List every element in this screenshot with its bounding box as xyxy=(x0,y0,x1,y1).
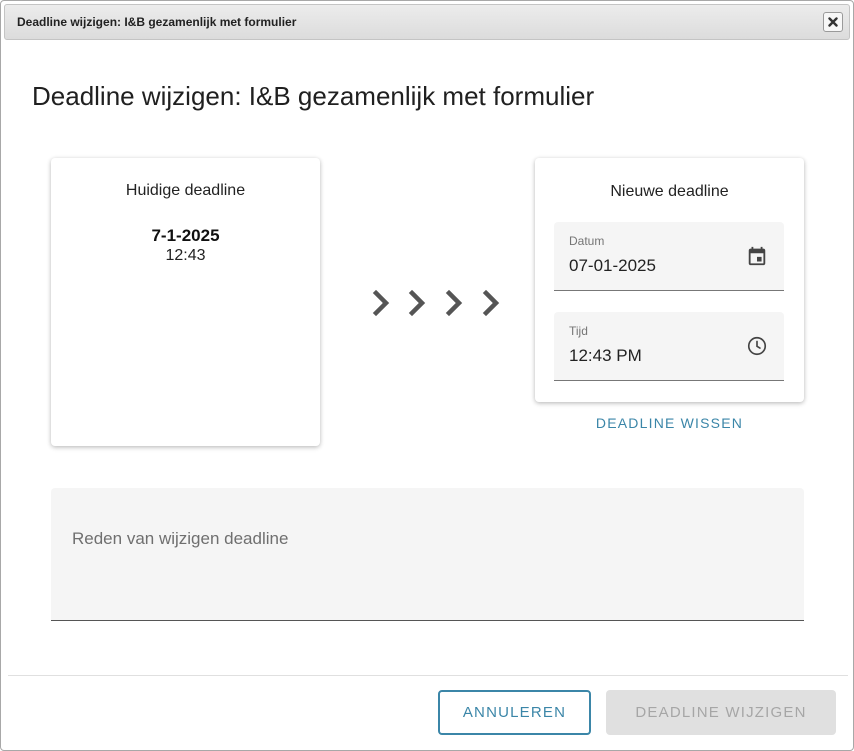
reason-placeholder: Reden van wijzigen deadline xyxy=(72,529,289,548)
new-deadline-card: Nieuwe deadline Datum 07-01-2025 Tijd 12… xyxy=(535,158,804,402)
current-deadline-title: Huidige deadline xyxy=(125,182,246,199)
cancel-button[interactable]: ANNULEREN xyxy=(438,690,591,735)
clear-deadline-button[interactable]: DEADLINE WISSEN xyxy=(535,415,804,431)
footer-divider xyxy=(8,675,848,676)
time-field-value[interactable]: 12:43 PM xyxy=(569,346,642,366)
page-title: Deadline wijzigen: I&B gezamenlijk met f… xyxy=(32,81,595,111)
calendar-icon[interactable] xyxy=(746,245,768,267)
close-button[interactable] xyxy=(823,12,843,32)
chevron-right-icon xyxy=(445,289,463,317)
change-deadline-button[interactable]: DEADLINE WIJZIGEN xyxy=(606,690,836,735)
time-field[interactable]: Tijd 12:43 PM xyxy=(554,312,784,381)
chevron-right-icon xyxy=(408,289,426,317)
dialog-window-title: Deadline wijzigen: I&B gezamenlijk met f… xyxy=(17,15,297,29)
chevron-right-icon xyxy=(372,289,390,317)
deadline-dialog: Deadline wijzigen: I&B gezamenlijk met f… xyxy=(0,0,854,751)
date-field-label: Datum xyxy=(569,234,605,248)
clock-icon[interactable] xyxy=(746,335,768,357)
dialog-titlebar: Deadline wijzigen: I&B gezamenlijk met f… xyxy=(4,4,850,40)
current-deadline-date: 7-1-2025 xyxy=(151,226,220,245)
time-field-label: Tijd xyxy=(569,324,588,338)
close-icon xyxy=(828,17,838,27)
chevron-right-arrows-icon xyxy=(372,289,500,317)
date-field-value[interactable]: 07-01-2025 xyxy=(569,256,656,276)
current-deadline-time: 12:43 xyxy=(165,247,206,264)
current-deadline-card: Huidige deadline 7-1-2025 12:43 xyxy=(51,158,320,446)
date-field[interactable]: Datum 07-01-2025 xyxy=(554,222,784,291)
new-deadline-title: Nieuwe deadline xyxy=(610,183,729,200)
reason-textarea[interactable]: Reden van wijzigen deadline xyxy=(51,488,804,621)
chevron-right-icon xyxy=(482,289,500,317)
